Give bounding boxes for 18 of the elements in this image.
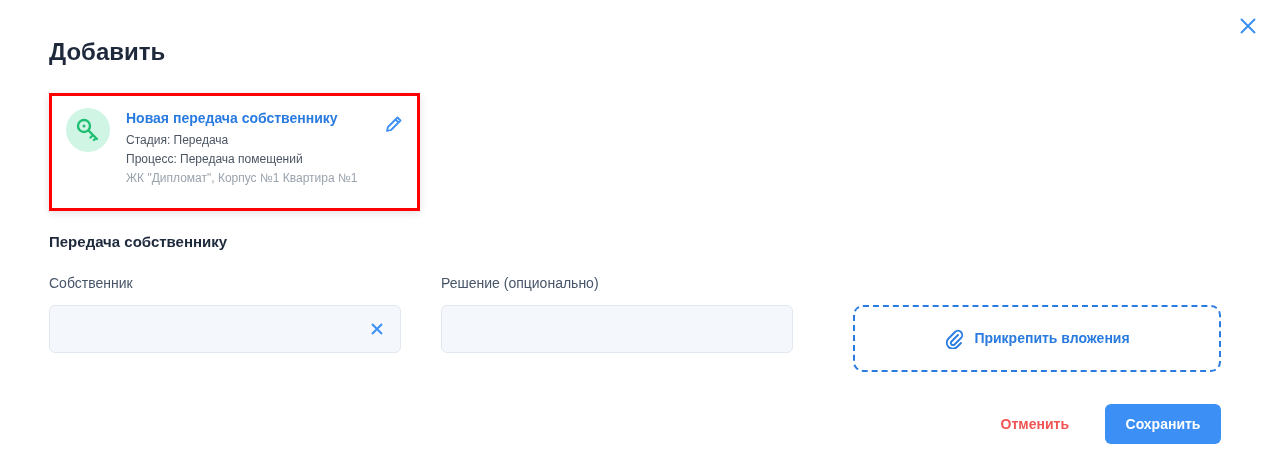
close-icon[interactable] (1238, 16, 1258, 36)
clear-icon[interactable] (370, 322, 384, 336)
pencil-icon[interactable] (384, 114, 404, 134)
input-field[interactable] (441, 305, 793, 353)
card-title[interactable]: Новая передача собственнику (126, 108, 376, 128)
save-button[interactable]: Сохранить (1105, 404, 1221, 444)
address-text: ЖК "Дипломат", Корпус №1 Квартира №1 (126, 170, 359, 187)
attach-button[interactable]: Прикрепить вложения (853, 305, 1221, 372)
paperclip-icon (944, 328, 965, 349)
section-title: Передача собственнику (49, 232, 229, 252)
field-label: Решение (опционально) (441, 274, 600, 293)
field-label: Собственник (49, 274, 134, 293)
detail-text: Процесс: Передача помещений (126, 151, 304, 168)
detail-text: Стадия: Передача (126, 132, 230, 149)
input-field[interactable] (49, 305, 401, 353)
key-icon (66, 108, 110, 152)
cancel-button[interactable]: Отменить (980, 404, 1089, 444)
dialog-title: Добавить (49, 37, 167, 67)
